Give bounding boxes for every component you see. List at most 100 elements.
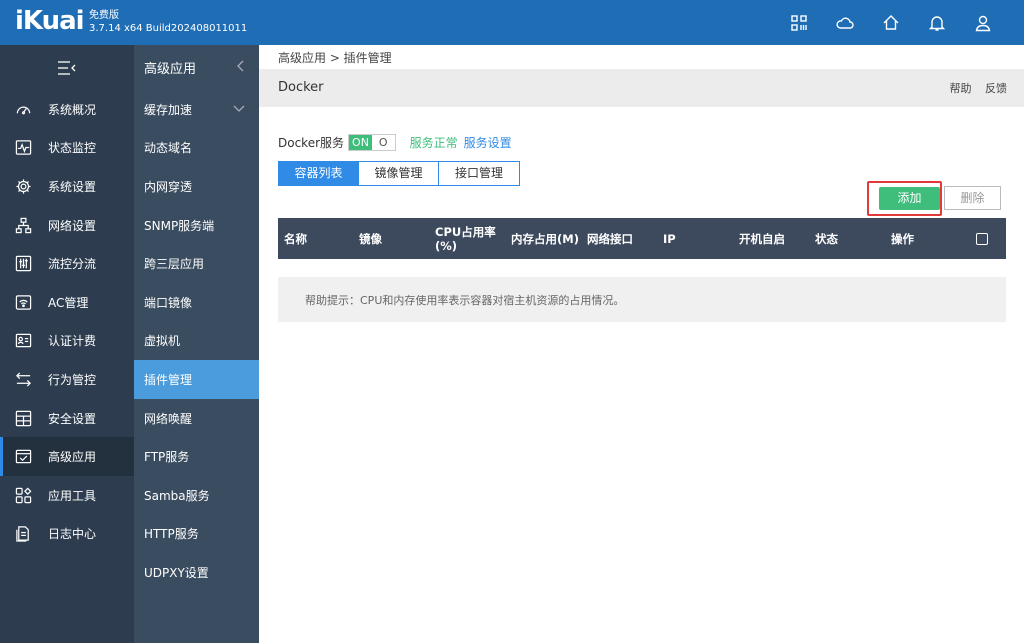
help-link[interactable]: 帮助: [950, 82, 972, 95]
sidebar-item-11[interactable]: 日志中心: [0, 515, 134, 554]
menu-collapse-icon[interactable]: [0, 45, 134, 90]
edition-info: 免费版 3.7.14 x64 Build202408011011: [89, 9, 247, 35]
delete-button[interactable]: 删除: [944, 186, 1001, 210]
docker-service-toggle[interactable]: ON O: [348, 134, 396, 151]
col-image[interactable]: 镜像: [359, 218, 382, 259]
sub-nav-item-label: HTTP服务: [144, 527, 199, 542]
sub-nav-item-8[interactable]: 网络唤醒: [134, 399, 259, 438]
dashboard-icon: [14, 100, 32, 118]
sub-nav-item-3[interactable]: SNMP服务端: [134, 206, 259, 245]
sidebar-item-5[interactable]: AC管理: [0, 283, 134, 322]
sub-nav-item-12[interactable]: UDPXY设置: [134, 553, 259, 592]
sub-nav-item-label: UDPXY设置: [144, 565, 209, 580]
sidebar-item-6[interactable]: 认证计费: [0, 322, 134, 361]
tools-icon: [14, 486, 32, 504]
apps-icon[interactable]: [776, 0, 822, 45]
sidebar-item-0[interactable]: 系统概况: [0, 90, 134, 129]
add-button[interactable]: 添加: [879, 187, 940, 210]
chevron-down-icon[interactable]: [233, 102, 245, 116]
service-status: 服务正常: [409, 136, 458, 150]
sub-nav-item-label: 插件管理: [144, 372, 193, 387]
top-icons: [776, 0, 1006, 45]
sidebar-item-10[interactable]: 应用工具: [0, 476, 134, 515]
sub-nav-item-label: 缓存加速: [144, 102, 193, 117]
sidebar-item-7[interactable]: 行为管控: [0, 360, 134, 399]
sub-nav-item-5[interactable]: 端口镜像: [134, 283, 259, 322]
top-bar: iKuai 免费版 3.7.14 x64 Build202408011011: [0, 0, 1024, 45]
sidebar-item-9[interactable]: 高级应用: [0, 437, 134, 476]
sub-nav-item-11[interactable]: HTTP服务: [134, 515, 259, 554]
col-status[interactable]: 状态: [815, 218, 838, 259]
sub-nav-item-7[interactable]: 插件管理: [134, 360, 259, 399]
col-cpu-line1: CPU占用率: [435, 224, 496, 239]
wifi-icon: [14, 293, 32, 311]
sub-nav-item-label: Samba服务: [144, 488, 210, 503]
col-ip[interactable]: IP: [663, 218, 676, 259]
sub-nav-item-label: 虚拟机: [144, 334, 181, 349]
sub-nav-item-4[interactable]: 跨三层应用: [134, 244, 259, 283]
monitor-icon: [14, 139, 32, 157]
chevron-left-icon[interactable]: [237, 60, 245, 76]
sidebar-item-2[interactable]: 系统设置: [0, 167, 134, 206]
docker-tabs: 容器列表 镜像管理 接口管理: [278, 161, 520, 186]
sidebar-item-label: 网络设置: [48, 218, 97, 233]
sub-nav-item-label: 端口镜像: [144, 295, 193, 310]
page-header: Docker 帮助 反馈: [259, 69, 1024, 107]
sidebar-item-label: 状态监控: [48, 141, 97, 156]
tab-container-list[interactable]: 容器列表: [279, 162, 359, 185]
network-icon: [14, 216, 32, 234]
col-cpu-line2: (%): [435, 238, 458, 253]
header-links: 帮助 反馈: [940, 80, 1008, 96]
col-memory[interactable]: 内存占用(M): [511, 218, 579, 259]
sub-nav-item-0[interactable]: 缓存加速: [134, 90, 259, 129]
sub-nav-item-label: SNMP服务端: [144, 218, 215, 233]
sidebar-item-3[interactable]: 网络设置: [0, 206, 134, 245]
toggle-off[interactable]: O: [371, 135, 395, 150]
version-label: 3.7.14 x64 Build202408011011: [89, 23, 248, 34]
sidebar-item-4[interactable]: 流控分流: [0, 244, 134, 283]
sidebar-item-label: 系统设置: [48, 179, 97, 194]
sub-sidebar-header[interactable]: 高级应用: [134, 45, 259, 90]
main-content: 高级应用 > 插件管理 Docker 帮助 反馈 Docker服务 ON O 服…: [259, 45, 1024, 643]
tab-image-management[interactable]: 镜像管理: [359, 162, 439, 185]
sliders-icon: [14, 255, 32, 273]
toggle-on[interactable]: ON: [349, 135, 372, 150]
sidebar-item-label: AC管理: [48, 295, 89, 310]
sub-nav-item-label: FTP服务: [144, 450, 190, 465]
sidebar-item-label: 认证计费: [48, 334, 97, 349]
cloud-icon[interactable]: [822, 0, 868, 45]
sidebar-item-8[interactable]: 安全设置: [0, 399, 134, 438]
page-title: Docker: [278, 80, 324, 95]
bell-icon[interactable]: [914, 0, 960, 45]
sub-nav-item-2[interactable]: 内网穿透: [134, 167, 259, 206]
help-tip-text: 帮助提示：CPU和内存使用率表示容器对宿主机资源的占用情况。: [305, 294, 625, 307]
edition-label: 免费版: [89, 10, 119, 21]
sub-sidebar: 高级应用 缓存加速动态域名内网穿透 SNMP服务端 跨三层应用端口镜像虚拟机插件管理…: [134, 45, 259, 643]
sub-nav-item-6[interactable]: 虚拟机: [134, 322, 259, 361]
tab-interface-management[interactable]: 接口管理: [439, 162, 519, 185]
col-name[interactable]: 名称: [284, 218, 307, 259]
sub-nav-item-9[interactable]: FTP服务: [134, 437, 259, 476]
service-settings-link[interactable]: 服务设置: [464, 134, 512, 151]
sub-nav-item-label: 内网穿透: [144, 179, 193, 194]
sub-nav-list: 缓存加速动态域名内网穿透 SNMP服务端 跨三层应用端口镜像虚拟机插件管理网络唤醒 F…: [134, 90, 259, 592]
select-all-checkbox[interactable]: [976, 233, 988, 245]
sidebar-item-label: 行为管控: [48, 372, 97, 387]
col-autostart[interactable]: 开机自启: [739, 218, 785, 259]
col-cpu[interactable]: CPU占用率 (%): [435, 218, 496, 259]
docker-service-row: Docker服务 ON O 服务正常 服务设置: [278, 134, 512, 151]
breadcrumb: 高级应用 > 插件管理: [278, 51, 392, 65]
sidebar-item-label: 流控分流: [48, 257, 97, 272]
ikuai-logo[interactable]: iKuai: [15, 6, 85, 36]
shield-grid-icon: [14, 409, 32, 427]
sidebar-item-1[interactable]: 状态监控: [0, 129, 134, 168]
sub-nav-item-1[interactable]: 动态域名: [134, 129, 259, 168]
main-nav-list: 系统概况状态监控系统设置网络设置流控分流 AC管理认证计费行为管控安全设置 高级应用…: [0, 90, 134, 553]
home-icon[interactable]: [868, 0, 914, 45]
col-network[interactable]: 网络接口: [587, 218, 633, 259]
feedback-link[interactable]: 反馈: [985, 82, 1007, 95]
container-table-header: 名称 镜像 CPU占用率 (%) 内存占用(M) 网络接口 IP 开机自启 状态…: [278, 218, 1006, 259]
user-icon[interactable]: [960, 0, 1006, 45]
sub-nav-item-label: 跨三层应用: [144, 257, 205, 272]
sub-nav-item-10[interactable]: Samba服务: [134, 476, 259, 515]
